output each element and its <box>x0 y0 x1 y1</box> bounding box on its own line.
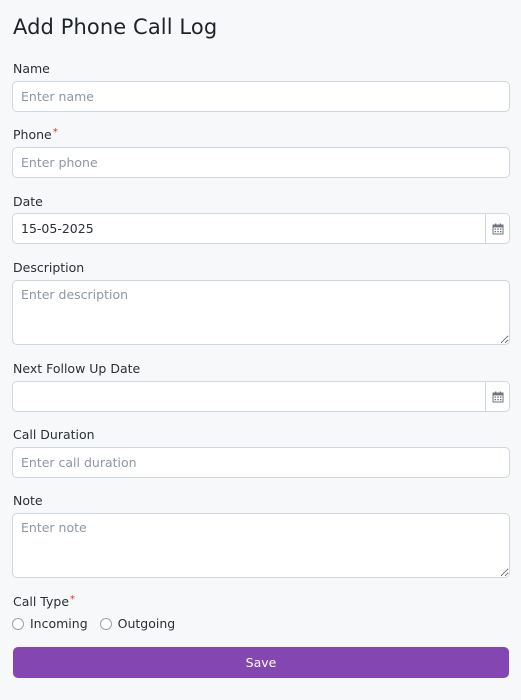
phone-label: Phone* <box>13 127 58 142</box>
radio-outgoing[interactable]: Outgoing <box>99 616 176 631</box>
name-label: Name <box>13 61 50 76</box>
call-type-label: Call Type* <box>13 594 75 609</box>
required-mark: * <box>70 594 76 605</box>
date-picker-button[interactable] <box>485 214 509 243</box>
radio-incoming-label: Incoming <box>30 616 88 631</box>
date-input[interactable] <box>13 214 487 243</box>
note-label: Note <box>13 493 43 508</box>
description-textarea[interactable] <box>12 280 510 345</box>
phone-input[interactable] <box>12 147 510 178</box>
description-label: Description <box>13 260 85 275</box>
note-textarea[interactable] <box>12 513 510 578</box>
radio-outgoing-label: Outgoing <box>117 616 176 631</box>
calendar-icon <box>492 223 503 234</box>
call-duration-input[interactable] <box>12 447 510 478</box>
name-input[interactable] <box>12 81 510 112</box>
next-follow-up-label: Next Follow Up Date <box>13 361 141 376</box>
page-title: Add Phone Call Log <box>13 15 218 39</box>
phone-label-text: Phone <box>13 127 52 142</box>
date-label: Date <box>13 194 43 209</box>
call-type-radio-group: Incoming Outgoing <box>12 616 187 631</box>
calendar-icon <box>492 391 503 402</box>
radio-circle-outgoing[interactable] <box>99 617 112 630</box>
radio-incoming[interactable]: Incoming <box>12 616 88 631</box>
call-duration-label: Call Duration <box>13 427 95 442</box>
save-button[interactable]: Save <box>13 647 509 678</box>
next-follow-up-field <box>12 381 510 412</box>
required-mark: * <box>52 127 58 138</box>
next-follow-up-input[interactable] <box>13 382 487 411</box>
date-field <box>12 213 510 244</box>
radio-circle-incoming[interactable] <box>12 617 24 630</box>
next-follow-up-picker-button[interactable] <box>485 382 509 411</box>
call-type-label-text: Call Type <box>13 594 70 609</box>
